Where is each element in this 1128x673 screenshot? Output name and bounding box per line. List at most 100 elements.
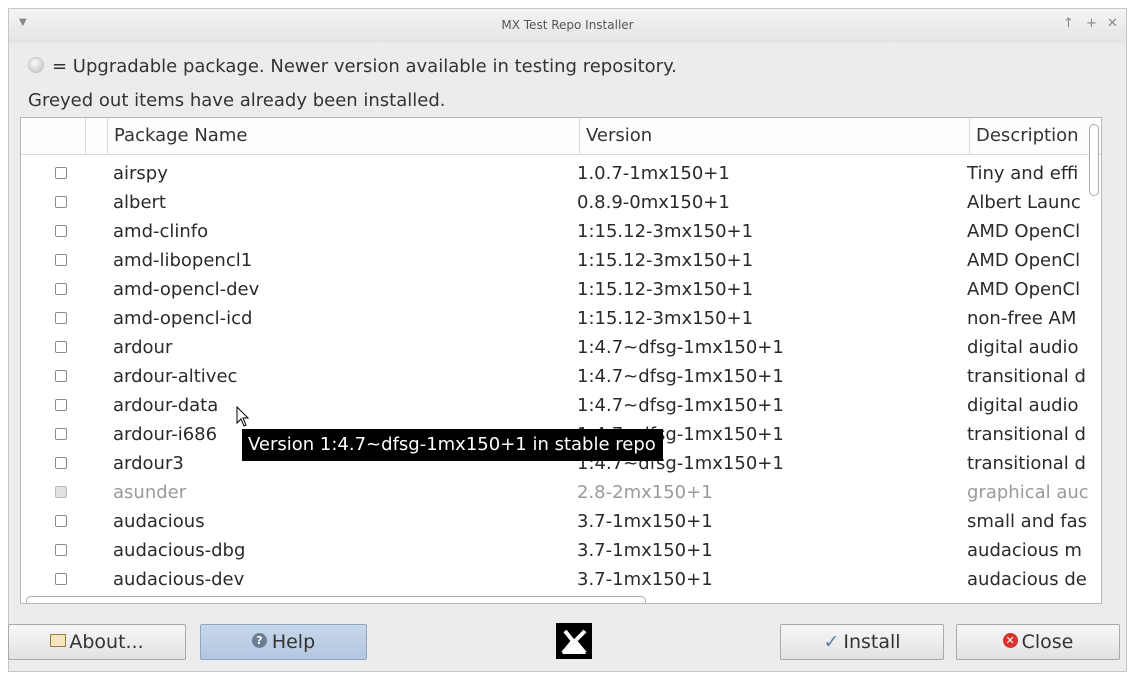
version-cell: 0.8.9-0mx150+1 [577, 192, 730, 213]
about-label: About... [69, 631, 144, 653]
table-row[interactable]: ardour 1:4.7~dfsg-1mx150+1 digital audio [21, 333, 1101, 362]
row-checkbox[interactable] [55, 196, 67, 208]
package-name-cell: amd-libopencl1 [113, 250, 253, 271]
version-cell: 3.7-1mx150+1 [577, 569, 713, 590]
table-row[interactable]: albert 0.8.9-0mx150+1 Albert Launc [21, 188, 1101, 217]
row-checkbox[interactable] [55, 225, 67, 237]
row-checkbox[interactable] [55, 544, 67, 556]
row-checkbox[interactable] [55, 399, 67, 411]
description-cell: audacious de [967, 569, 1087, 590]
version-cell: 1:15.12-3mx150+1 [577, 221, 754, 242]
table-row[interactable]: audacious 3.7-1mx150+1 small and fas [21, 507, 1101, 536]
mouse-cursor-icon [236, 406, 250, 427]
row-checkbox[interactable] [55, 167, 67, 179]
about-icon [50, 634, 67, 647]
package-name-cell: audacious-dev [113, 569, 245, 590]
row-checkbox[interactable] [55, 515, 67, 527]
title-bar[interactable]: ▼ MX Test Repo Installer ↑ + ✕ [9, 9, 1126, 43]
description-cell: non-free AM [967, 308, 1077, 329]
version-cell: 1:4.7~dfsg-1mx150+1 [577, 337, 784, 358]
table-row[interactable]: amd-opencl-dev 1:15.12-3mx150+1 AMD OpenCl [21, 275, 1101, 304]
description-cell: transitional d [967, 366, 1086, 387]
help-icon: ? [251, 633, 267, 648]
package-name-cell: airspy [113, 163, 168, 184]
package-name-cell: amd-opencl-dev [113, 279, 260, 300]
package-list[interactable]: Package Name Version Description airspy 1… [20, 117, 1102, 604]
table-row[interactable]: asunder 2.8-2mx150+1 graphical auc [21, 478, 1101, 507]
package-name-cell: amd-clinfo [113, 221, 209, 242]
minimize-icon[interactable]: + [1086, 16, 1097, 31]
maximize-icon[interactable]: ↑ [1063, 16, 1074, 31]
header-version[interactable]: Version [579, 118, 969, 154]
table-row[interactable]: amd-libopencl1 1:15.12-3mx150+1 AMD OpenCl [21, 246, 1101, 275]
greyed-note: Greyed out items have already been insta… [28, 90, 446, 111]
table-header: Package Name Version Description [21, 118, 1101, 155]
table-row[interactable]: airspy 1.0.7-1mx150+1 Tiny and effi [21, 159, 1101, 188]
horizontal-scrollbar[interactable] [26, 596, 646, 603]
description-cell: graphical auc [967, 482, 1089, 503]
description-cell: AMD OpenCl [967, 221, 1081, 242]
description-cell: AMD OpenCl [967, 279, 1081, 300]
upgradable-icon [28, 57, 44, 73]
version-cell: 3.7-1mx150+1 [577, 540, 713, 561]
description-cell: Albert Launc [967, 192, 1081, 213]
package-name-cell: asunder [113, 482, 187, 503]
about-button[interactable]: About... [8, 624, 186, 660]
version-cell: 1.0.7-1mx150+1 [577, 163, 730, 184]
description-cell: Tiny and effi [967, 163, 1079, 184]
row-checkbox[interactable] [55, 341, 67, 353]
package-name-cell: ardour-data [113, 395, 219, 416]
version-cell: 1:4.7~dfsg-1mx150+1 [577, 395, 784, 416]
description-cell: digital audio [967, 337, 1079, 358]
table-row[interactable]: ardour-altivec 1:4.7~dfsg-1mx150+1 transit… [21, 362, 1101, 391]
close-window-icon[interactable]: ✕ [1107, 16, 1118, 31]
checkmark-icon: ✓ [823, 631, 840, 653]
header-icon-column[interactable] [85, 118, 107, 154]
upgradable-legend: = Upgradable package. Newer version avai… [28, 56, 677, 77]
table-row[interactable]: ardour-data 1:4.7~dfsg-1mx150+1 digital au… [21, 391, 1101, 420]
row-checkbox[interactable] [55, 573, 67, 585]
row-checkbox[interactable] [55, 457, 67, 469]
header-checkbox-column[interactable] [21, 118, 85, 154]
close-button[interactable]: ✕ Close [956, 624, 1120, 660]
window-title: MX Test Repo Installer [501, 18, 634, 32]
version-cell: 3.7-1mx150+1 [577, 511, 713, 532]
version-tooltip: Version 1:4.7~dfsg-1mx150+1 in stable re… [242, 429, 663, 461]
package-name-cell: amd-opencl-icd [113, 308, 253, 329]
table-row[interactable]: audacious-dev 3.7-1mx150+1 audacious de [21, 565, 1101, 594]
mx-logo-icon [556, 623, 592, 659]
table-row[interactable]: amd-opencl-icd 1:15.12-3mx150+1 non-free A… [21, 304, 1101, 333]
upgradable-legend-text: = Upgradable package. Newer version avai… [52, 56, 677, 77]
row-checkbox[interactable] [55, 312, 67, 324]
install-button[interactable]: ✓ Install [780, 624, 944, 660]
package-name-cell: audacious [113, 511, 205, 532]
table-row[interactable]: amd-clinfo 1:15.12-3mx150+1 AMD OpenCl [21, 217, 1101, 246]
row-checkbox[interactable] [55, 254, 67, 266]
package-name-cell: ardour [113, 337, 173, 358]
row-checkbox[interactable] [55, 428, 67, 440]
package-name-cell: ardour3 [113, 453, 184, 474]
version-cell: 2.8-2mx150+1 [577, 482, 713, 503]
vertical-scrollbar[interactable] [1089, 124, 1099, 196]
close-label: Close [1021, 631, 1074, 653]
row-checkbox[interactable] [55, 370, 67, 382]
row-checkbox[interactable] [55, 486, 67, 498]
version-cell: 1:4.7~dfsg-1mx150+1 [577, 366, 784, 387]
row-checkbox[interactable] [55, 283, 67, 295]
package-name-cell: audacious-dbg [113, 540, 246, 561]
package-name-cell: ardour-altivec [113, 366, 238, 387]
package-name-cell: albert [113, 192, 166, 213]
install-label: Install [843, 631, 901, 653]
header-description[interactable]: Description [969, 118, 1101, 154]
description-cell: AMD OpenCl [967, 250, 1081, 271]
description-cell: digital audio [967, 395, 1079, 416]
help-button[interactable]: ? Help [200, 624, 367, 660]
description-cell: transitional d [967, 424, 1086, 445]
description-cell: transitional d [967, 453, 1086, 474]
header-package-name[interactable]: Package Name [107, 118, 579, 154]
description-cell: small and fas [967, 511, 1087, 532]
version-cell: 1:15.12-3mx150+1 [577, 308, 754, 329]
close-icon: ✕ [1002, 633, 1018, 648]
table-row[interactable]: audacious-dbg 3.7-1mx150+1 audacious m [21, 536, 1101, 565]
version-cell: 1:15.12-3mx150+1 [577, 279, 754, 300]
